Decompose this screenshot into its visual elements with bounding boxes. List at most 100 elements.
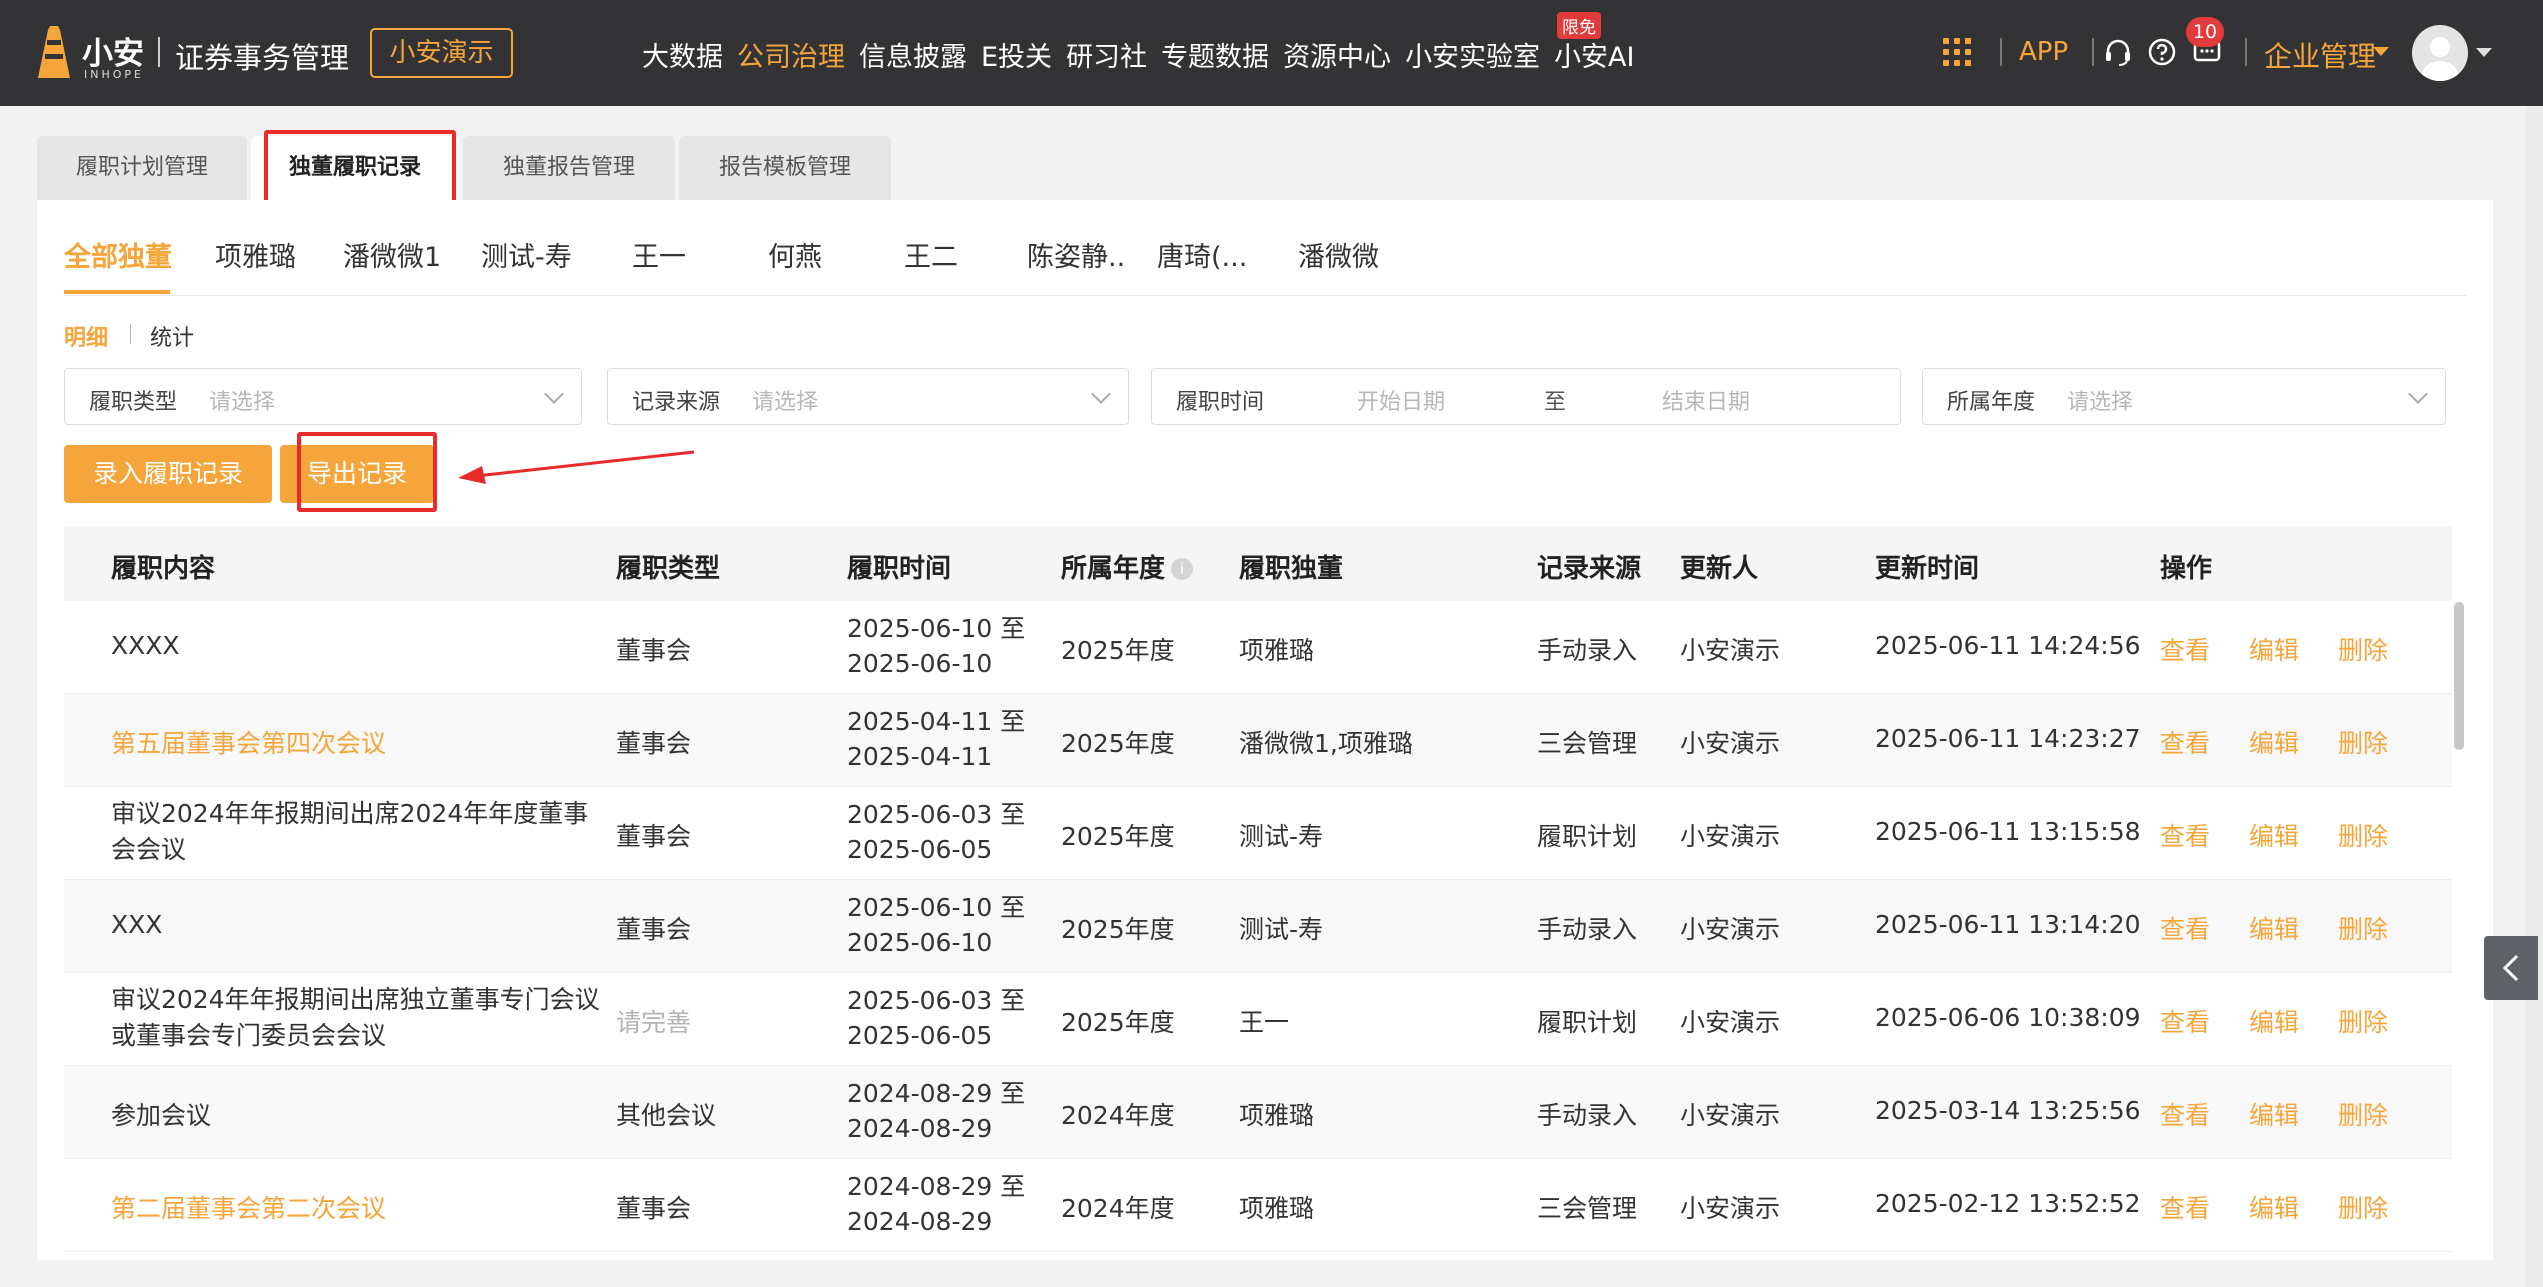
- duty-director: 项雅璐: [1239, 1194, 1315, 1223]
- nav-ai[interactable]: 小安AI: [1554, 35, 1634, 74]
- filter-placeholder: 请选择: [209, 390, 276, 415]
- add-record-button[interactable]: 录入履职记录: [64, 445, 272, 503]
- record-source-select[interactable]: 记录来源 请选择: [607, 368, 1129, 425]
- tab-plan-management[interactable]: 履职计划管理: [37, 136, 247, 200]
- start-date-input[interactable]: 开始日期: [1357, 384, 1445, 416]
- director-tab[interactable]: 测试-寿: [481, 235, 572, 274]
- nav-study-club[interactable]: 研习社: [1066, 35, 1147, 74]
- chevron-down-icon: [544, 384, 564, 404]
- delete-button[interactable]: 删除: [2338, 1096, 2388, 1132]
- duty-type: 董事会: [616, 1194, 692, 1223]
- duty-end-time: 2025-06-05: [847, 835, 993, 864]
- updater: 小安演示: [1680, 915, 1781, 944]
- duty-time-range-picker[interactable]: 履职时间 开始日期 至 结束日期: [1151, 368, 1901, 425]
- updater: 小安演示: [1680, 1008, 1781, 1037]
- column-header: 记录来源: [1537, 554, 1642, 584]
- headset-icon[interactable]: [2103, 37, 2133, 67]
- duty-director: 项雅璐: [1239, 1101, 1315, 1130]
- duty-year: 2025年度: [1061, 1008, 1175, 1037]
- duty-type-select[interactable]: 履职类型 请选择: [64, 368, 582, 425]
- view-button[interactable]: 查看: [2160, 724, 2210, 760]
- nav-resource-center[interactable]: 资源中心: [1283, 35, 1391, 74]
- delete-button[interactable]: 删除: [2338, 631, 2388, 667]
- side-panel-toggle[interactable]: [2484, 936, 2538, 1000]
- duty-end-time: 2024-08-29: [847, 1114, 993, 1143]
- chevron-left-icon: [2502, 954, 2519, 982]
- delete-button[interactable]: 删除: [2338, 817, 2388, 853]
- view-button[interactable]: 查看: [2160, 1096, 2210, 1132]
- director-tab[interactable]: 项雅璐: [215, 235, 296, 274]
- company-switch-button[interactable]: 小安演示: [370, 28, 513, 78]
- nav-disclosure[interactable]: 信息披露: [859, 35, 967, 74]
- delete-button[interactable]: 删除: [2338, 724, 2388, 760]
- director-tab[interactable]: 潘微微: [1298, 235, 1379, 274]
- duty-type: 董事会: [616, 729, 692, 758]
- duty-end-time: 2025-06-10: [847, 928, 993, 957]
- free-badge: 限免: [1557, 12, 1601, 39]
- view-tab-stats[interactable]: 统计: [150, 320, 194, 352]
- edit-button[interactable]: 编辑: [2249, 724, 2299, 760]
- record-source: 三会管理: [1537, 1194, 1638, 1223]
- edit-button[interactable]: 编辑: [2249, 1189, 2299, 1225]
- tab-report-template[interactable]: 报告模板管理: [679, 136, 891, 200]
- edit-button[interactable]: 编辑: [2249, 1003, 2299, 1039]
- year-select[interactable]: 所属年度 请选择: [1922, 368, 2446, 425]
- nav-e-investor-relations[interactable]: E投关: [981, 35, 1052, 74]
- nav-corporate-governance[interactable]: 公司治理: [737, 35, 845, 74]
- delete-button[interactable]: 删除: [2338, 910, 2388, 946]
- duty-director: 测试-寿: [1239, 915, 1324, 944]
- view-button[interactable]: 查看: [2160, 1003, 2210, 1039]
- avatar[interactable]: [2412, 25, 2468, 81]
- apps-grid-icon[interactable]: [1943, 38, 1971, 66]
- duty-content[interactable]: 第五届董事会第四次会议: [111, 724, 386, 760]
- app-link[interactable]: APP: [2019, 37, 2068, 67]
- director-tab[interactable]: 唐琦(...: [1157, 235, 1247, 274]
- updater: 小安演示: [1680, 1101, 1781, 1130]
- updated-time: 2025-06-11 14:24:56: [1875, 631, 2141, 660]
- view-button[interactable]: 查看: [2160, 910, 2210, 946]
- help-icon[interactable]: [2147, 37, 2177, 67]
- column-header: 操作: [2160, 554, 2213, 584]
- logo-subtext: INHOPE: [84, 68, 144, 81]
- duty-content: 参加会议: [111, 1101, 212, 1130]
- director-tab[interactable]: 陈姿静..: [1027, 235, 1125, 274]
- director-tab[interactable]: 王二: [904, 235, 958, 274]
- updater: 小安演示: [1680, 1194, 1781, 1223]
- divider: [130, 324, 131, 344]
- duty-year: 2025年度: [1061, 636, 1175, 665]
- view-tab-detail[interactable]: 明细: [64, 320, 108, 352]
- director-tab-all[interactable]: 全部独董: [64, 235, 172, 274]
- delete-button[interactable]: 删除: [2338, 1003, 2388, 1039]
- nav-topic-data[interactable]: 专题数据: [1161, 35, 1269, 74]
- caret-down-icon: [2476, 48, 2492, 57]
- filter-label: 记录来源: [632, 390, 721, 415]
- duty-type: 董事会: [616, 822, 692, 851]
- nav-lab[interactable]: 小安实验室: [1405, 35, 1540, 74]
- column-header: 所属年度 i: [1061, 548, 1194, 585]
- filter-placeholder: 请选择: [2067, 390, 2134, 415]
- director-tab[interactable]: 何燕: [768, 235, 822, 274]
- updated-time: 2025-06-11 13:15:58: [1875, 817, 2141, 846]
- duty-content[interactable]: 第二届董事会第二次会议: [111, 1189, 386, 1225]
- director-tab[interactable]: 潘微微1: [343, 235, 441, 274]
- view-button[interactable]: 查看: [2160, 631, 2210, 667]
- table-row: XXX 董事会 2025年度 测试-寿 手动录入 小安演示 2025-06-11 13:14…: [64, 880, 2452, 973]
- table-scrollbar[interactable]: [2454, 602, 2464, 750]
- view-button[interactable]: 查看: [2160, 817, 2210, 853]
- duty-end-time: 2024-08-29: [847, 1207, 993, 1236]
- tab-report-management[interactable]: 独董报告管理: [463, 136, 675, 200]
- edit-button[interactable]: 编辑: [2249, 631, 2299, 667]
- end-date-input[interactable]: 结束日期: [1662, 384, 1750, 416]
- lighthouse-logo-icon: [38, 26, 70, 78]
- edit-button[interactable]: 编辑: [2249, 817, 2299, 853]
- delete-button[interactable]: 删除: [2338, 1189, 2388, 1225]
- edit-button[interactable]: 编辑: [2249, 910, 2299, 946]
- nav-big-data[interactable]: 大数据: [642, 35, 723, 74]
- record-source: 履职计划: [1537, 1008, 1638, 1037]
- info-icon[interactable]: i: [1171, 558, 1194, 580]
- director-tab[interactable]: 王一: [632, 235, 686, 274]
- edit-button[interactable]: 编辑: [2249, 1096, 2299, 1132]
- enterprise-menu[interactable]: 企业管理: [2264, 35, 2376, 75]
- updater: 小安演示: [1680, 636, 1781, 665]
- view-button[interactable]: 查看: [2160, 1189, 2210, 1225]
